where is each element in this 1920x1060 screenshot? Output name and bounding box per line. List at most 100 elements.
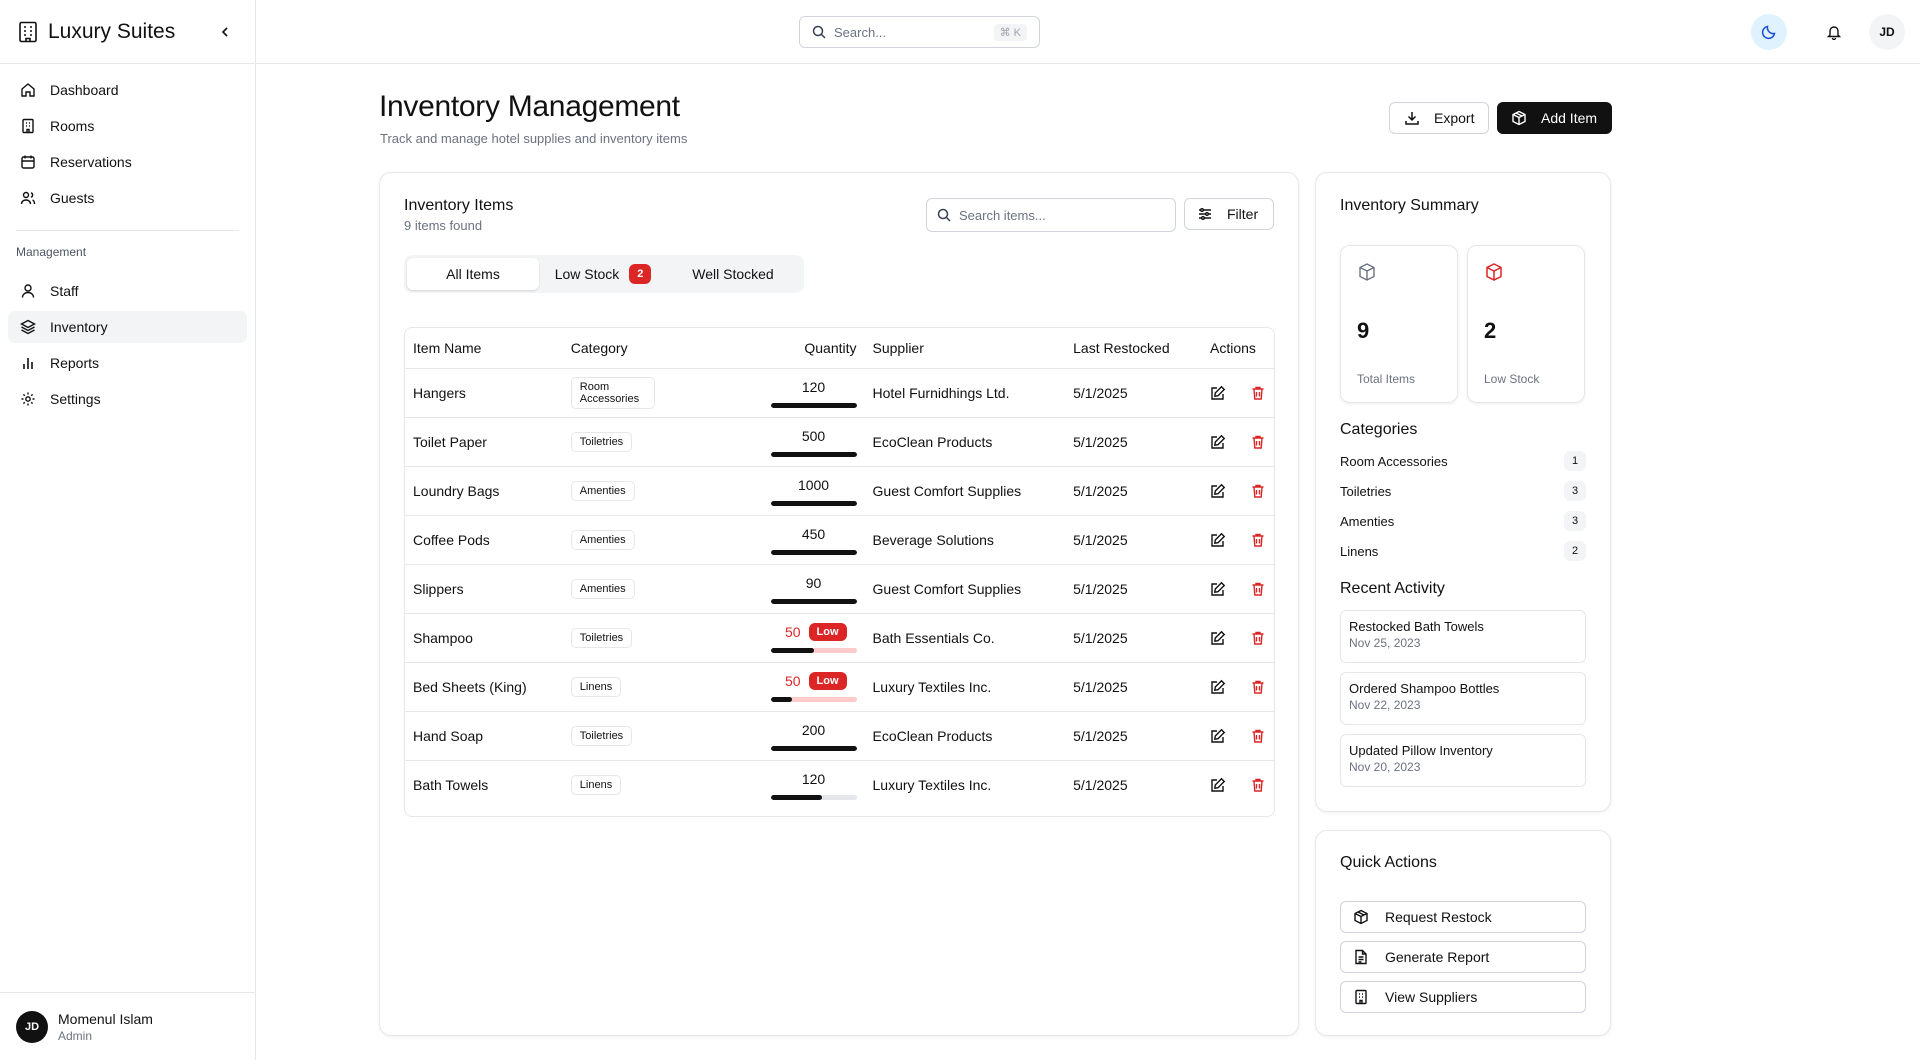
column-header[interactable]: Supplier bbox=[864, 328, 1066, 369]
table-row[interactable]: Bath Towels Linens 120 Luxury Textiles Inc.… bbox=[405, 760, 1274, 809]
item-name: Shampoo bbox=[405, 613, 563, 663]
quantity-value: 1000 bbox=[797, 476, 830, 493]
item-search-input[interactable]: Search items... bbox=[926, 198, 1176, 232]
stock-level-bar bbox=[770, 451, 857, 457]
notifications-button[interactable] bbox=[1820, 18, 1848, 46]
nav-settings[interactable]: Settings bbox=[8, 383, 247, 415]
low-stock-badge: Low bbox=[808, 622, 847, 641]
nav-inventory[interactable]: Inventory bbox=[8, 311, 247, 343]
topbar: Search... ⌘ K JD bbox=[256, 0, 1920, 64]
item-name: Toilet Paper bbox=[405, 417, 563, 467]
stock-level-fill bbox=[770, 598, 857, 604]
edit-icon[interactable] bbox=[1210, 679, 1226, 695]
edit-icon[interactable] bbox=[1210, 385, 1226, 401]
filter-button[interactable]: Filter bbox=[1184, 198, 1274, 230]
trash-icon[interactable] bbox=[1250, 728, 1266, 744]
stock-level-bar bbox=[770, 598, 857, 604]
table-row[interactable]: Loundry Bags Amenties 1000 Guest Comfort Su… bbox=[405, 466, 1274, 516]
category-row: Room Accessories 1 bbox=[1340, 451, 1586, 471]
trash-icon[interactable] bbox=[1250, 532, 1266, 548]
supplier-cell: Guest Comfort Supplies bbox=[864, 564, 1066, 614]
nav-rooms[interactable]: Rooms bbox=[8, 110, 247, 142]
request-restock-button[interactable]: Request Restock bbox=[1340, 901, 1586, 933]
category-cell: Toiletries bbox=[562, 417, 663, 467]
edit-icon[interactable] bbox=[1210, 581, 1226, 597]
nav-dashboard[interactable]: Dashboard bbox=[8, 74, 247, 106]
trash-icon[interactable] bbox=[1250, 679, 1266, 695]
edit-icon[interactable] bbox=[1210, 434, 1226, 450]
quantity-value: 450 bbox=[801, 525, 826, 542]
user-avatar-button[interactable]: JD bbox=[1869, 14, 1905, 50]
edit-icon[interactable] bbox=[1210, 777, 1226, 793]
edit-icon[interactable] bbox=[1210, 532, 1226, 548]
supplier-cell: Bath Essentials Co. bbox=[864, 613, 1066, 663]
bell-icon bbox=[1826, 26, 1842, 40]
generate-report-button[interactable]: Generate Report bbox=[1340, 941, 1586, 973]
column-header[interactable]: Last Restocked bbox=[1065, 328, 1202, 369]
table-row[interactable]: Coffee Pods Amenties 450 Beverage Solutions… bbox=[405, 515, 1274, 565]
quantity-cell: 200 bbox=[662, 711, 865, 761]
nav-label: Staff bbox=[50, 283, 79, 299]
hotel-building-icon bbox=[18, 21, 38, 43]
export-button[interactable]: Export bbox=[1389, 102, 1489, 134]
theme-toggle-button[interactable] bbox=[1751, 14, 1787, 50]
trash-icon[interactable] bbox=[1250, 581, 1266, 597]
table-row[interactable]: Hand Soap Toiletries 200 EcoClean Products 5… bbox=[405, 711, 1274, 761]
search-icon bbox=[937, 208, 951, 222]
user-role: Admin bbox=[58, 1028, 93, 1043]
edit-icon[interactable] bbox=[1210, 728, 1226, 744]
stock-level-fill bbox=[770, 794, 823, 800]
activity-item[interactable]: Updated Pillow Inventory Nov 20, 2023 bbox=[1340, 734, 1586, 787]
user-icon bbox=[20, 283, 36, 299]
table-row[interactable]: Hangers Room Accessories 120 Hotel Furnidhi… bbox=[405, 368, 1274, 418]
view-suppliers-button[interactable]: View Suppliers bbox=[1340, 981, 1586, 1013]
edit-icon[interactable] bbox=[1210, 630, 1226, 646]
user-profile[interactable]: JD Momenul Islam Admin bbox=[0, 992, 256, 1060]
total-items-stat: 9 Total Items bbox=[1340, 245, 1458, 403]
table-row[interactable]: Slippers Amenties 90 Guest Comfort Supplies… bbox=[405, 564, 1274, 614]
trash-icon[interactable] bbox=[1250, 385, 1266, 401]
category-cell: Amenties bbox=[562, 564, 663, 614]
nav-reservations[interactable]: Reservations bbox=[8, 146, 247, 178]
global-search-input[interactable]: Search... ⌘ K bbox=[799, 16, 1040, 48]
table-row[interactable]: Bed Sheets (King) Linens 50 Low Luxury Texti… bbox=[405, 662, 1274, 712]
item-name: Loundry Bags bbox=[405, 466, 563, 516]
stock-level-fill bbox=[770, 500, 857, 506]
activity-item[interactable]: Restocked Bath Towels Nov 25, 2023 bbox=[1340, 610, 1586, 663]
moon-icon bbox=[1761, 25, 1776, 40]
app-name: Luxury Suites bbox=[48, 19, 176, 43]
quantity-indicator: 50 Low bbox=[770, 671, 857, 702]
trash-icon[interactable] bbox=[1250, 630, 1266, 646]
add-item-button[interactable]: Add Item bbox=[1497, 102, 1612, 134]
trash-icon[interactable] bbox=[1250, 434, 1266, 450]
activity-title: Restocked Bath Towels bbox=[1349, 619, 1484, 634]
quantity-display: 500 bbox=[771, 427, 857, 445]
table-row[interactable]: Toilet Paper Toiletries 500 EcoClean Produc… bbox=[405, 417, 1274, 467]
quantity-indicator: 200 bbox=[770, 721, 857, 751]
nav-guests[interactable]: Guests bbox=[8, 182, 247, 214]
table-row[interactable]: Shampoo Toiletries 50 Low Bath Essentials Co… bbox=[405, 613, 1274, 663]
tab-all-items[interactable]: All Items bbox=[407, 258, 539, 290]
category-count: 3 bbox=[1564, 481, 1586, 501]
page-title: Inventory Management bbox=[379, 90, 680, 123]
edit-icon[interactable] bbox=[1210, 483, 1226, 499]
column-header[interactable]: Item Name bbox=[405, 328, 563, 369]
supplier-cell: Luxury Textiles Inc. bbox=[864, 662, 1066, 712]
nav-label: Rooms bbox=[50, 118, 95, 134]
collapse-sidebar-button[interactable] bbox=[213, 20, 237, 44]
quantity-value: 120 bbox=[801, 378, 826, 395]
tab-low-stock[interactable]: Low Stock 2 bbox=[539, 258, 667, 290]
activity-item[interactable]: Ordered Shampoo Bottles Nov 22, 2023 bbox=[1340, 672, 1586, 725]
tab-well-stocked[interactable]: Well Stocked bbox=[667, 258, 799, 290]
column-header[interactable]: Quantity bbox=[662, 328, 865, 369]
quantity-value: 50 bbox=[784, 623, 801, 640]
trash-icon[interactable] bbox=[1250, 483, 1266, 499]
column-header[interactable]: Category bbox=[562, 328, 663, 369]
nav-staff[interactable]: Staff bbox=[8, 275, 247, 307]
category-badge: Toiletries bbox=[570, 725, 633, 746]
search-placeholder: Search... bbox=[834, 24, 887, 40]
inventory-items-card: Inventory Items 9 items found Search ite… bbox=[379, 172, 1299, 1036]
nav-reports[interactable]: Reports bbox=[8, 347, 247, 379]
trash-icon[interactable] bbox=[1250, 777, 1266, 793]
stock-tabs: All Items Low Stock 2 Well Stocked bbox=[404, 255, 804, 293]
